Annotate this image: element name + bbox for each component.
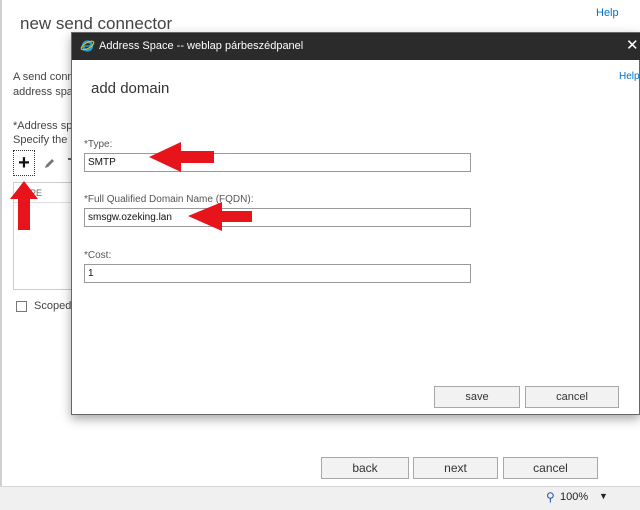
address-space-help-text: Specify the a xyxy=(13,134,71,146)
fqdn-label: *Full Qualified Domain Name (FQDN): xyxy=(84,194,254,205)
edit-pencil-icon[interactable] xyxy=(44,157,56,169)
wizard-description-line1: A send conn xyxy=(13,71,71,83)
address-space-label: *Address spa xyxy=(13,120,71,132)
next-button[interactable]: next xyxy=(413,457,498,479)
dialog-help-link[interactable]: Help xyxy=(619,71,640,82)
type-label: *Type: xyxy=(84,139,113,150)
status-bar xyxy=(0,486,640,510)
save-button[interactable]: save xyxy=(434,386,520,408)
back-button[interactable]: back xyxy=(321,457,409,479)
cost-input[interactable] xyxy=(84,264,471,283)
cost-label: *Cost: xyxy=(84,250,112,261)
fqdn-input[interactable] xyxy=(84,208,471,227)
scoped-send-connector-checkbox[interactable] xyxy=(16,301,27,312)
add-icon[interactable]: + xyxy=(13,150,35,176)
wizard-description-line2: address spac xyxy=(13,86,71,98)
window-edge xyxy=(0,0,2,509)
scoped-label: Scoped xyxy=(34,300,72,312)
dialog-heading: add domain xyxy=(91,80,170,97)
zoom-icon[interactable]: ⚲ xyxy=(546,490,555,504)
wizard-title: new send connector xyxy=(20,14,173,33)
type-input[interactable] xyxy=(84,153,471,172)
close-icon[interactable]: ✕ xyxy=(626,36,639,54)
list-column-header[interactable]: PE xyxy=(14,183,73,203)
dialog-title: Address Space -- weblap párbeszédpanel xyxy=(99,40,304,52)
wizard-help-link[interactable]: Help xyxy=(596,7,619,19)
wizard-cancel-button[interactable]: cancel xyxy=(503,457,598,479)
zoom-dropdown-icon[interactable]: ▼ xyxy=(599,491,608,501)
internet-explorer-icon xyxy=(80,40,95,52)
dialog-cancel-button[interactable]: cancel xyxy=(525,386,619,408)
zoom-level[interactable]: 100% xyxy=(560,491,588,503)
